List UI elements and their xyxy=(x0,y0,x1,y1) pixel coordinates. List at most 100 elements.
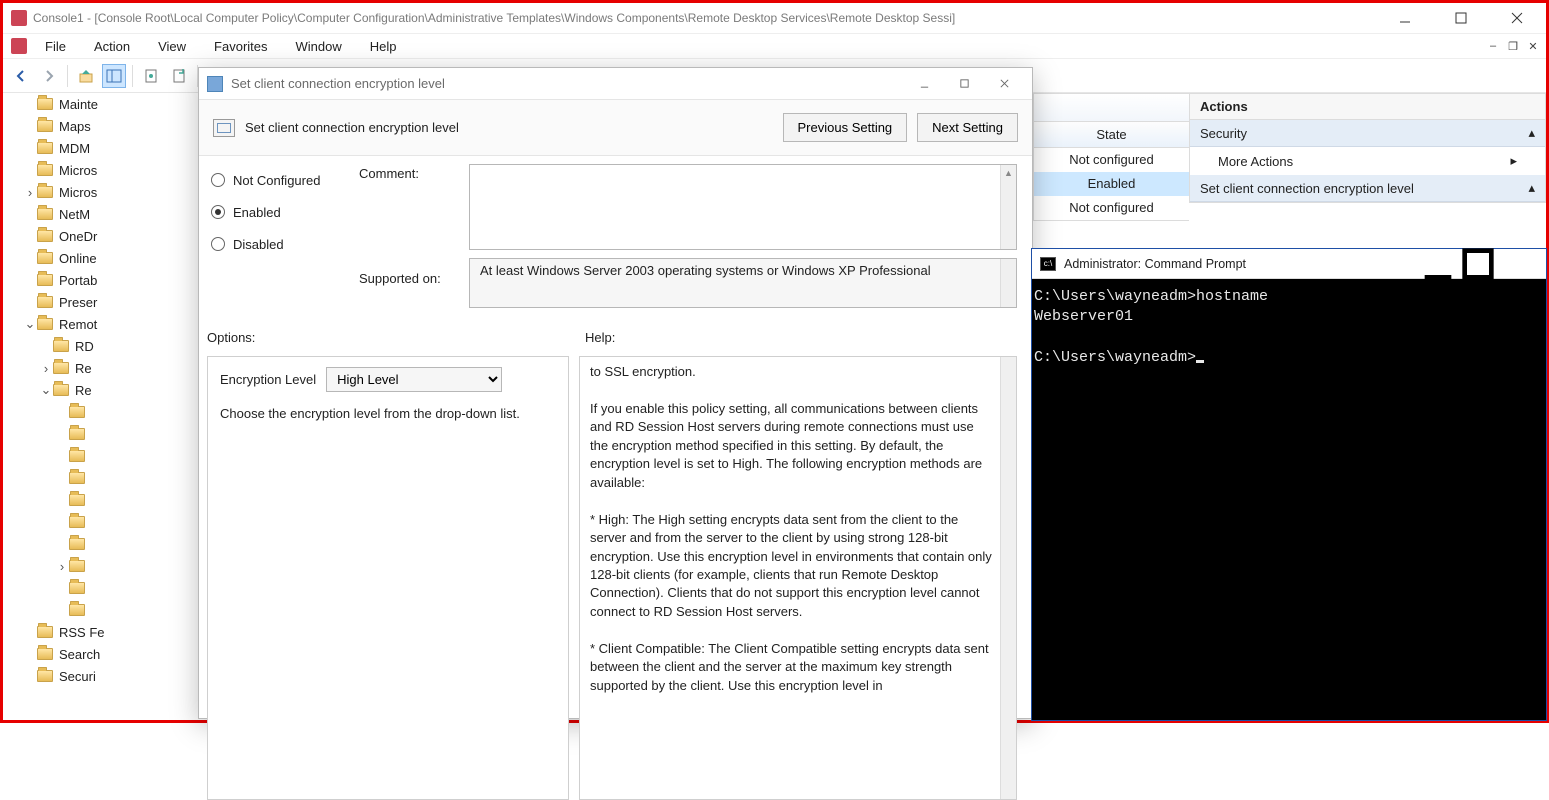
expand-icon[interactable]: › xyxy=(39,361,53,376)
state-row[interactable]: Enabled xyxy=(1034,172,1189,196)
tree-item[interactable]: ›Micros xyxy=(9,181,197,203)
tree-item[interactable]: Search xyxy=(9,643,197,665)
tree-item[interactable] xyxy=(9,467,197,489)
tree-item[interactable]: RD xyxy=(9,335,197,357)
toolbar-show-hide-tree-button[interactable] xyxy=(102,64,126,88)
menu-help[interactable]: Help xyxy=(356,35,411,58)
toolbar-forward-button[interactable] xyxy=(37,64,61,88)
tree-item[interactable]: NetM xyxy=(9,203,197,225)
cmd-title: Administrator: Command Prompt xyxy=(1064,257,1418,271)
folder-icon xyxy=(37,142,53,154)
toolbar-properties-button[interactable] xyxy=(139,64,163,88)
mmc-maximize-button[interactable] xyxy=(1438,3,1484,33)
actions-group-security[interactable]: Security ▴ xyxy=(1190,120,1545,147)
tree-item[interactable]: ›Re xyxy=(9,357,197,379)
state-row[interactable]: Not configured xyxy=(1034,196,1189,220)
tree-item[interactable]: Maps xyxy=(9,115,197,137)
tree-item[interactable] xyxy=(9,423,197,445)
tree-item[interactable] xyxy=(9,533,197,555)
label-supported: Supported on: xyxy=(359,271,459,319)
mdi-restore-button[interactable]: ❐ xyxy=(1504,38,1522,54)
folder-icon xyxy=(69,450,85,462)
folder-icon xyxy=(37,230,53,242)
tree-item[interactable]: ⌄Re xyxy=(9,379,197,401)
comment-textarea[interactable]: ▲ xyxy=(469,164,1017,250)
folder-icon xyxy=(69,516,85,528)
tree-item[interactable]: › xyxy=(9,555,197,577)
comment-scrollbar[interactable]: ▲ xyxy=(1000,165,1016,249)
tree-item-label: Portab xyxy=(59,273,97,288)
collapse-icon: ▴ xyxy=(1528,180,1535,196)
tree-item[interactable] xyxy=(9,577,197,599)
folder-icon xyxy=(37,186,53,198)
state-row[interactable]: Not configured xyxy=(1034,148,1189,172)
cmd-minimize-button[interactable] xyxy=(1418,252,1458,276)
menu-window[interactable]: Window xyxy=(282,35,356,58)
supported-scrollbar[interactable] xyxy=(1000,259,1016,307)
expand-icon[interactable]: ⌄ xyxy=(39,382,53,398)
radio-not-configured[interactable]: Not Configured xyxy=(211,164,357,196)
dialog-close-button[interactable] xyxy=(984,71,1024,97)
help-text: to SSL encryption. If you enable this po… xyxy=(590,363,1006,695)
menu-view[interactable]: View xyxy=(144,35,200,58)
collapse-icon: ▴ xyxy=(1528,125,1535,141)
tree-item[interactable]: Preser xyxy=(9,291,197,313)
tree-item[interactable]: ⌄ Remot xyxy=(9,313,197,335)
previous-setting-button[interactable]: Previous Setting xyxy=(783,113,908,142)
folder-icon xyxy=(53,362,69,374)
actions-group-policy[interactable]: Set client connection encryption level ▴ xyxy=(1190,175,1545,202)
state-column: State Not configured Enabled Not configu… xyxy=(1033,93,1189,221)
tree-item[interactable] xyxy=(9,511,197,533)
expand-icon[interactable]: › xyxy=(55,559,69,574)
mmc-close-button[interactable] xyxy=(1494,3,1540,33)
folder-icon xyxy=(37,164,53,176)
tree-item[interactable]: Micros xyxy=(9,159,197,181)
tree-item-label: Remot xyxy=(59,317,97,332)
encryption-level-select[interactable]: High Level xyxy=(326,367,502,392)
tree-item-label: Search xyxy=(59,647,100,662)
help-scrollbar[interactable] xyxy=(1000,357,1016,799)
cmd-maximize-button[interactable] xyxy=(1458,252,1498,276)
dialog-heading: Set client connection encryption level xyxy=(245,120,773,135)
mmc-minimize-button[interactable] xyxy=(1382,3,1428,33)
tree-item-label: Online xyxy=(59,251,97,266)
tree-item[interactable] xyxy=(9,599,197,621)
actions-item-more-actions[interactable]: More Actions ▸ xyxy=(1190,147,1545,175)
expand-icon[interactable]: › xyxy=(23,185,37,200)
label-comment: Comment: xyxy=(359,166,459,214)
tree-item[interactable] xyxy=(9,489,197,511)
tree-item-label: OneDr xyxy=(59,229,97,244)
menu-file[interactable]: File xyxy=(31,35,80,58)
next-setting-button[interactable]: Next Setting xyxy=(917,113,1018,142)
dialog-maximize-button[interactable] xyxy=(944,71,984,97)
tree-item[interactable]: Securi xyxy=(9,665,197,687)
dialog-titlebar: Set client connection encryption level xyxy=(199,68,1032,100)
tree-item[interactable] xyxy=(9,445,197,467)
radio-disabled[interactable]: Disabled xyxy=(211,228,357,260)
toolbar-export-button[interactable] xyxy=(167,64,191,88)
tree-item[interactable]: MDM xyxy=(9,137,197,159)
expand-icon[interactable]: ⌄ xyxy=(23,316,37,332)
folder-icon xyxy=(37,318,53,330)
cmd-terminal[interactable]: C:\Users\wayneadm>hostname Webserver01 C… xyxy=(1032,279,1546,376)
toolbar-up-button[interactable] xyxy=(74,64,98,88)
tree-item[interactable]: Mainte xyxy=(9,93,197,115)
tree-item[interactable] xyxy=(9,401,197,423)
mdi-minimize-button[interactable]: – xyxy=(1484,38,1502,54)
radio-enabled[interactable]: Enabled xyxy=(211,196,357,228)
tree-item[interactable]: Online xyxy=(9,247,197,269)
toolbar-back-button[interactable] xyxy=(9,64,33,88)
folder-icon xyxy=(37,648,53,660)
tree-item-label: Securi xyxy=(59,669,96,684)
dialog-title: Set client connection encryption level xyxy=(231,76,904,91)
tree-item[interactable]: Portab xyxy=(9,269,197,291)
tree-item[interactable]: RSS Fe xyxy=(9,621,197,643)
dialog-minimize-button[interactable] xyxy=(904,71,944,97)
actions-group-label: Set client connection encryption level xyxy=(1200,181,1414,196)
option-hint: Choose the encryption level from the dro… xyxy=(220,406,556,421)
folder-icon xyxy=(69,428,85,440)
mdi-close-button[interactable]: ✕ xyxy=(1524,38,1542,54)
menu-action[interactable]: Action xyxy=(80,35,144,58)
menu-favorites[interactable]: Favorites xyxy=(200,35,281,58)
tree-item[interactable]: OneDr xyxy=(9,225,197,247)
